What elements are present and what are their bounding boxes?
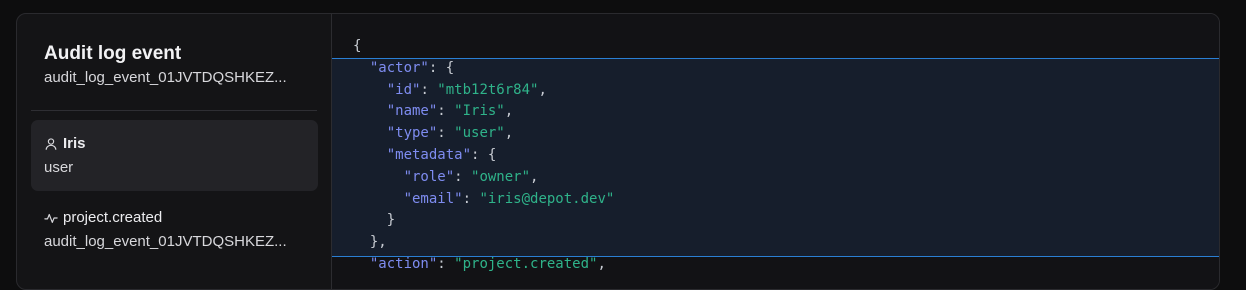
code-line: "name": "Iris", (353, 101, 614, 123)
actor-type: user (44, 159, 74, 176)
json-punct: : (437, 103, 455, 120)
code-line: "email": "iris@depot.dev" (353, 189, 615, 211)
event-sidebar: Audit log event audit_log_event_01JVTDQS… (17, 14, 332, 289)
json-string: "project.created" (454, 255, 598, 272)
json-key: "metadata" (386, 146, 472, 163)
code-line: }, (353, 232, 614, 254)
json-key: "type" (386, 125, 438, 142)
actor-row: Iris (44, 134, 86, 154)
event-id: audit_log_event_01JVTDQSHKEZ... (44, 69, 287, 86)
json-punct: , (538, 81, 547, 98)
json-key: "role" (403, 168, 455, 185)
json-punct: , (504, 125, 514, 142)
json-punct: : (454, 168, 472, 185)
json-punct (353, 82, 387, 98)
json-key: "name" (386, 103, 438, 120)
action-name: project.created (63, 209, 163, 226)
json-string: "owner" (471, 168, 531, 185)
actor-name: Iris (63, 135, 86, 152)
sidebar-item-actor[interactable]: Iris user (31, 120, 318, 191)
json-punct: } (353, 212, 396, 229)
json-punct (353, 60, 370, 76)
code-line: "role": "owner", (353, 167, 614, 189)
json-key: "actor" (369, 59, 429, 76)
json-code: { "actor": { "id": "mtb12t6r84", "name":… (353, 36, 614, 276)
json-punct: , (597, 255, 606, 272)
page-title: Audit log event (44, 43, 182, 64)
json-punct (353, 191, 404, 207)
action-row: project.created (44, 208, 162, 228)
code-line: "actor": { (353, 58, 614, 80)
json-string: "iris@depot.dev" (479, 190, 615, 207)
json-string: "mtb12t6r84" (437, 81, 539, 98)
json-punct: : { (471, 146, 497, 163)
code-line: "action": "project.created", (353, 254, 614, 276)
user-icon (44, 137, 58, 151)
json-key: "id" (386, 81, 421, 98)
code-line: "metadata": { (353, 145, 614, 167)
json-key: "action" (369, 255, 438, 272)
json-punct (353, 147, 387, 163)
json-punct: }, (353, 234, 387, 251)
json-punct: , (504, 103, 514, 120)
json-punct (353, 103, 387, 119)
json-punct: : (437, 125, 455, 142)
sidebar-item-action[interactable]: project.created audit_log_event_01JVTDQS… (31, 200, 318, 260)
json-punct: { (353, 38, 362, 54)
json-punct (353, 256, 370, 272)
json-string: "user" (454, 125, 505, 142)
json-punct (353, 125, 387, 141)
json-punct: : (437, 255, 455, 272)
sidebar-divider (31, 110, 317, 111)
json-punct (353, 169, 404, 185)
json-punct: : (462, 190, 480, 207)
json-punct: : (420, 81, 438, 98)
json-punct: : { (428, 59, 455, 76)
json-viewer[interactable]: { "actor": { "id": "mtb12t6r84", "name":… (332, 14, 1219, 289)
action-event-id: audit_log_event_01JVTDQSHKEZ... (44, 233, 287, 250)
audit-log-event-panel: Audit log event audit_log_event_01JVTDQS… (16, 13, 1220, 290)
code-line: "id": "mtb12t6r84", (353, 80, 614, 102)
json-key: "email" (403, 190, 463, 207)
json-punct: , (530, 168, 539, 185)
sidebar-header: Audit log event audit_log_event_01JVTDQS… (44, 42, 304, 88)
code-line: } (353, 210, 614, 232)
activity-icon (44, 211, 58, 225)
json-string: "Iris" (454, 103, 505, 120)
code-line: { (353, 36, 614, 58)
code-line: "type": "user", (353, 123, 614, 145)
